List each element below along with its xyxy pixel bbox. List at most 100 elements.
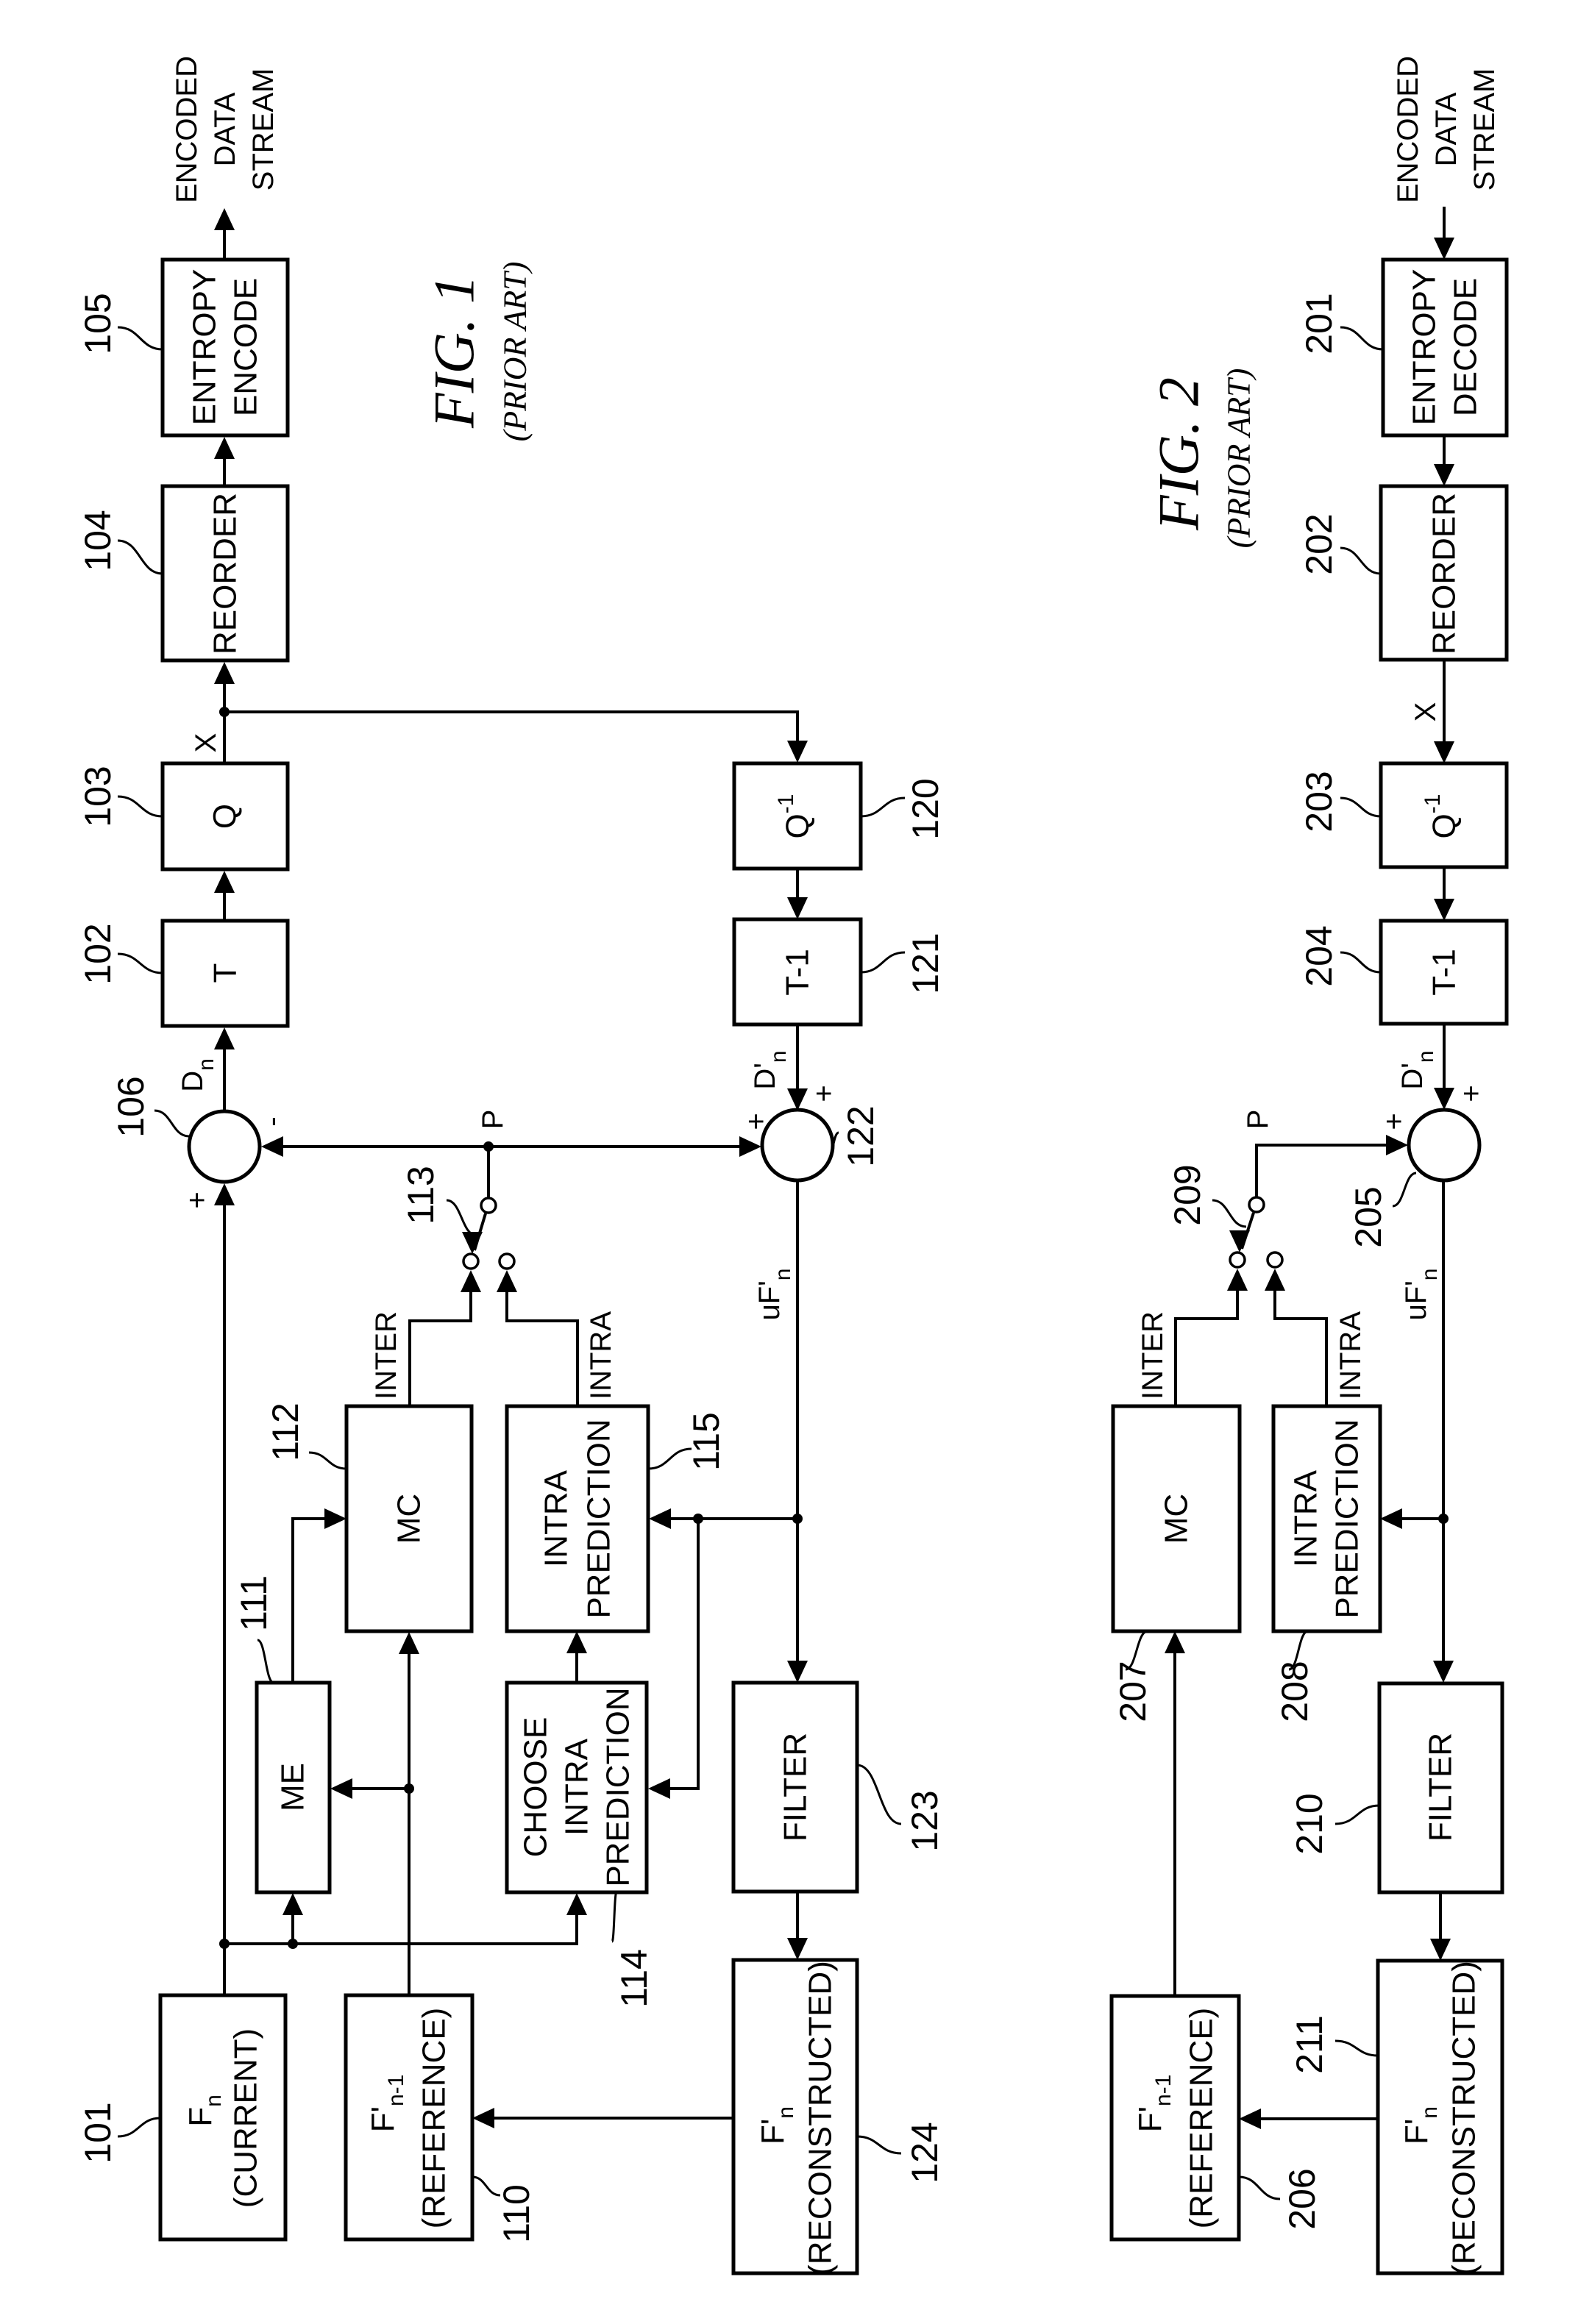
- fig1-reference-frame-symbol-main: F': [365, 2106, 401, 2132]
- fig1-ref-104: 104: [77, 510, 118, 571]
- arrowhead-icon: [1386, 1135, 1408, 1155]
- fig2-adder-plus-left: +: [1378, 1113, 1410, 1130]
- fig2-input-arrow-icon: [1434, 238, 1454, 260]
- fig1-entropy-encode-block: [160, 257, 290, 438]
- fig2-reference-frame-block: [1109, 1994, 1241, 2242]
- fig2-reference-frame-symbol-sub: n-1: [1151, 2075, 1176, 2106]
- fig1-current-frame-text: (CURRENT): [228, 2028, 264, 2208]
- arrowhead-icon: [461, 1270, 481, 1292]
- arrowhead-icon: [1265, 1269, 1285, 1291]
- fig2-inverse-transform-text: T-1: [1426, 949, 1463, 996]
- fig2-label-inter: INTER: [1137, 1311, 1169, 1400]
- fig1-plus-sign: +: [181, 1191, 213, 1208]
- signal-line: [408, 1288, 472, 1406]
- fig1-ref-102: 102: [77, 923, 118, 984]
- fig2-intra-prediction-text-line: INTRA: [1288, 1469, 1324, 1567]
- arrowhead-icon: [566, 1631, 587, 1653]
- fig2-encoded-data-stream-label-line: STREAM: [1468, 68, 1501, 191]
- fig1-reference-frame-symbol-sub: n-1: [384, 2075, 408, 2106]
- fig1-ref-111: 111: [233, 1575, 274, 1631]
- fig1-quantize-text: Q: [207, 804, 244, 829]
- fig1-reconstructed-frame-symbol-main: F': [755, 2119, 791, 2145]
- fig2-signal-ufn-text: uF'n: [1400, 1268, 1442, 1320]
- fig1-switch-common-contact: [480, 1197, 497, 1214]
- fig1-x-to-inverse-quant-line: [224, 710, 799, 743]
- fig1-ref-120-leader: [860, 796, 906, 818]
- fig1-ref-120: 120: [905, 778, 946, 839]
- fig1-signal-x: X: [190, 733, 222, 753]
- arrowhead-icon: [649, 1508, 671, 1529]
- fig1-ref-113-leader: [446, 1199, 477, 1237]
- fig2-ref-203: 203: [1298, 771, 1340, 832]
- fig1-inverse-transform-text: T-1: [780, 949, 816, 996]
- signal-line: [505, 1288, 579, 1406]
- fig1-ref-115: 115: [686, 1412, 727, 1471]
- fig1-signal-dn-sub: n: [194, 1058, 218, 1071]
- arrowhead-icon: [787, 897, 808, 919]
- fig1-signal-dn-prime: D'n: [749, 1050, 791, 1089]
- fig2-ref-201-leader: [1340, 326, 1384, 351]
- arrowhead-icon: [472, 2108, 494, 2128]
- fig2-entropy-decode-block: [1381, 257, 1509, 438]
- fig2-ref-208: 208: [1274, 1661, 1315, 1722]
- fig1-switch-inter-contact: [462, 1252, 480, 1270]
- fig2-reconstructed-frame-text: (RECONSTRUCTED): [1446, 1961, 1482, 2275]
- arrowhead-icon: [1433, 1661, 1454, 1683]
- fig1-loop-to-choose-line: [668, 1519, 700, 1790]
- fig1-minus-sign: -: [256, 1116, 288, 1126]
- fig1-adder-plus-left: +: [740, 1113, 772, 1130]
- fig2-signal-dn-prime-main: D': [1396, 1063, 1429, 1090]
- arrowhead-icon: [214, 1027, 235, 1049]
- fig2-ref-202: 202: [1298, 513, 1340, 574]
- arrowhead-icon: [282, 1893, 303, 1915]
- fig1-current-frame-block: [158, 1993, 288, 2242]
- fig2-ref-210: 210: [1289, 1793, 1330, 1854]
- fig2-signal-dn-prime: D'n: [1396, 1050, 1438, 1089]
- fig2-inverse-quantize-text-sup: -1: [1421, 794, 1445, 814]
- fig1-signal-dn-prime-text: D'n: [749, 1050, 791, 1089]
- arrowhead-icon: [1227, 1269, 1248, 1291]
- fig1-ref-106-leader: [154, 1109, 190, 1138]
- fig2-reference-frame-symbol-main: F': [1132, 2106, 1168, 2132]
- arrowhead-icon: [566, 1893, 587, 1915]
- fig2-switch-inter-contact: [1229, 1251, 1246, 1269]
- arrowhead-icon: [1380, 1508, 1402, 1529]
- fig2-signal-ufn-sub: n: [1418, 1268, 1442, 1280]
- fig1-inverse-quantize-text-main: Q: [780, 813, 816, 838]
- fig1-ref-101-leader: [117, 2117, 161, 2138]
- fig2-signal-x: X: [1410, 702, 1442, 722]
- fig1-encoded-data-stream-label-line: STREAM: [247, 68, 280, 191]
- arrowhead-icon: [1434, 741, 1454, 763]
- fig2-ref-202-leader: [1340, 546, 1382, 575]
- arrowhead-icon: [324, 1508, 346, 1529]
- fig1-subtractor-106: [187, 1109, 262, 1184]
- fig2-signal-dn-prime-text: D'n: [1396, 1050, 1438, 1089]
- arrowhead-icon: [1434, 899, 1454, 921]
- fig2-encoded-data-stream-label-line: ENCODED: [1392, 56, 1424, 203]
- fig1-ref-105-leader: [117, 326, 163, 351]
- fig2-entropy-decode-text-line: ENTROPY: [1407, 269, 1443, 426]
- arrowhead-icon: [261, 1136, 283, 1157]
- fig1-inverse-quantize-text-sup: -1: [774, 794, 798, 814]
- fig1-intra-prediction-block: [505, 1404, 650, 1633]
- fig1-reference-frame-text: (REFERENCE): [416, 2008, 452, 2229]
- fig1-ref-110: 110: [496, 2184, 537, 2243]
- fig1-signal-dn-prime-sub: n: [767, 1050, 791, 1063]
- fig2-ref-210-leader: [1334, 1804, 1380, 1825]
- fig2-encoded-data-stream-label-line: DATA: [1430, 92, 1463, 166]
- fig2-label-intra: INTRA: [1334, 1311, 1367, 1400]
- fig1-ref-121-leader: [860, 951, 906, 974]
- fig1-ref-124: 124: [904, 2122, 945, 2183]
- arrowhead-icon: [648, 1778, 670, 1799]
- arrowhead-icon: [399, 1632, 419, 1654]
- fig2-adder-205: [1407, 1108, 1482, 1183]
- fig1-mc-text: MC: [391, 1494, 427, 1544]
- fig1-label-inter: INTER: [370, 1311, 402, 1400]
- fig1-signal-p: P: [477, 1110, 509, 1130]
- fig2-switch-intra-contact: [1266, 1251, 1284, 1269]
- fig2-ref-211-leader: [1334, 2039, 1379, 2057]
- arrowhead-icon: [1430, 1939, 1451, 1961]
- fig1-label-intra: INTRA: [585, 1311, 617, 1400]
- arrowhead-icon: [1434, 464, 1454, 486]
- arrowhead-icon: [214, 871, 235, 893]
